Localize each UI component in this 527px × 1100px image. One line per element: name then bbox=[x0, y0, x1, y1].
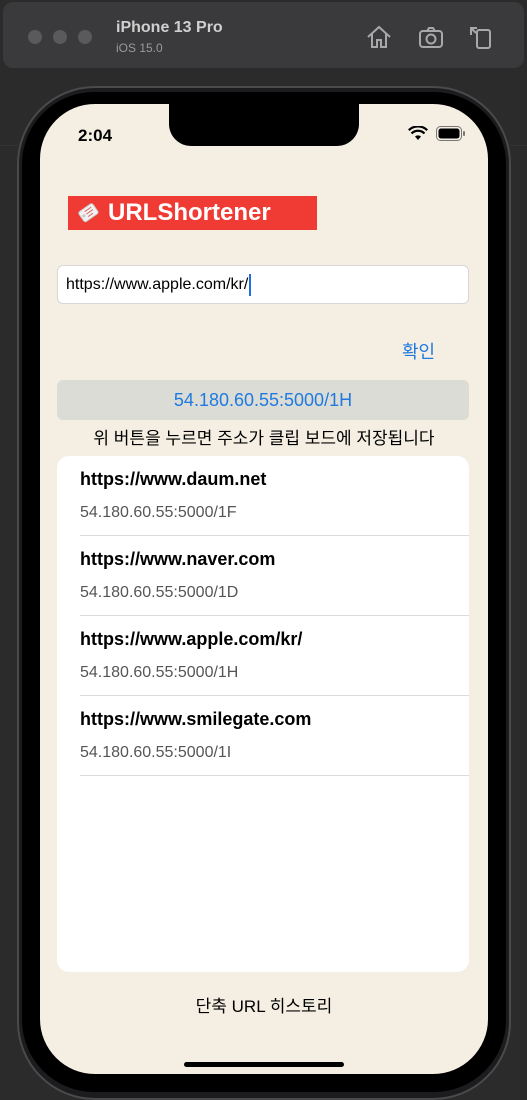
text-caret bbox=[249, 273, 252, 296]
history-row[interactable]: https://www.smilegate.com 54.180.60.55:5… bbox=[80, 696, 469, 776]
screenshot-icon[interactable] bbox=[416, 22, 446, 52]
shortened-url-button[interactable]: 54.180.60.55:5000/1H bbox=[57, 380, 469, 420]
home-indicator[interactable] bbox=[184, 1062, 344, 1067]
url-input[interactable]: https://www.apple.com/kr/ bbox=[57, 265, 469, 304]
history-short-url: 54.180.60.55:5000/1I bbox=[80, 744, 232, 761]
history-row[interactable]: https://www.naver.com 54.180.60.55:5000/… bbox=[80, 536, 469, 616]
clipboard-hint: 위 버튼을 누르면 주소가 클립 보드에 저장됩니다 bbox=[93, 429, 435, 448]
wifi-icon bbox=[408, 125, 428, 146]
history-row[interactable]: https://www.apple.com/kr/ 54.180.60.55:5… bbox=[80, 616, 469, 696]
zoom-window-button[interactable] bbox=[78, 30, 92, 44]
history-url: https://www.daum.net bbox=[80, 469, 267, 489]
status-icons bbox=[408, 125, 466, 146]
link-tag-icon bbox=[68, 196, 108, 230]
home-icon[interactable] bbox=[364, 22, 394, 52]
status-time: 2:04 bbox=[78, 126, 113, 145]
app-logo: URLShortener bbox=[68, 196, 317, 230]
simulator-toolbar: iPhone 13 Pro iOS 15.0 bbox=[3, 2, 524, 68]
confirm-button[interactable]: 확인 bbox=[402, 338, 435, 364]
battery-icon bbox=[436, 126, 466, 146]
notch bbox=[169, 104, 359, 146]
app-screen: 2:04 URLShortener https://www.apple.com/… bbox=[40, 104, 488, 1074]
history-url: https://www.apple.com/kr/ bbox=[80, 629, 303, 649]
history-row[interactable]: https://www.daum.net 54.180.60.55:5000/1… bbox=[80, 456, 469, 536]
url-input-value: https://www.apple.com/kr/ bbox=[66, 275, 249, 293]
history-list: https://www.daum.net 54.180.60.55:5000/1… bbox=[57, 456, 469, 972]
history-title: 단축 URL 히스토리 bbox=[195, 997, 333, 1016]
history-short-url: 54.180.60.55:5000/1F bbox=[80, 504, 237, 521]
rotate-icon[interactable] bbox=[466, 22, 496, 52]
close-window-button[interactable] bbox=[28, 30, 42, 44]
shortened-url-text: 54.180.60.55:5000/1H bbox=[173, 389, 353, 410]
minimize-window-button[interactable] bbox=[53, 30, 67, 44]
history-short-url: 54.180.60.55:5000/1H bbox=[80, 664, 239, 681]
app-logo-text: URLShortener bbox=[108, 199, 271, 226]
simulator-os-version: iOS 15.0 bbox=[116, 41, 163, 55]
simulator-device-name: iPhone 13 Pro bbox=[116, 19, 223, 36]
history-url: https://www.smilegate.com bbox=[80, 709, 312, 729]
history-short-url: 54.180.60.55:5000/1D bbox=[80, 584, 239, 601]
history-url: https://www.naver.com bbox=[80, 549, 276, 569]
